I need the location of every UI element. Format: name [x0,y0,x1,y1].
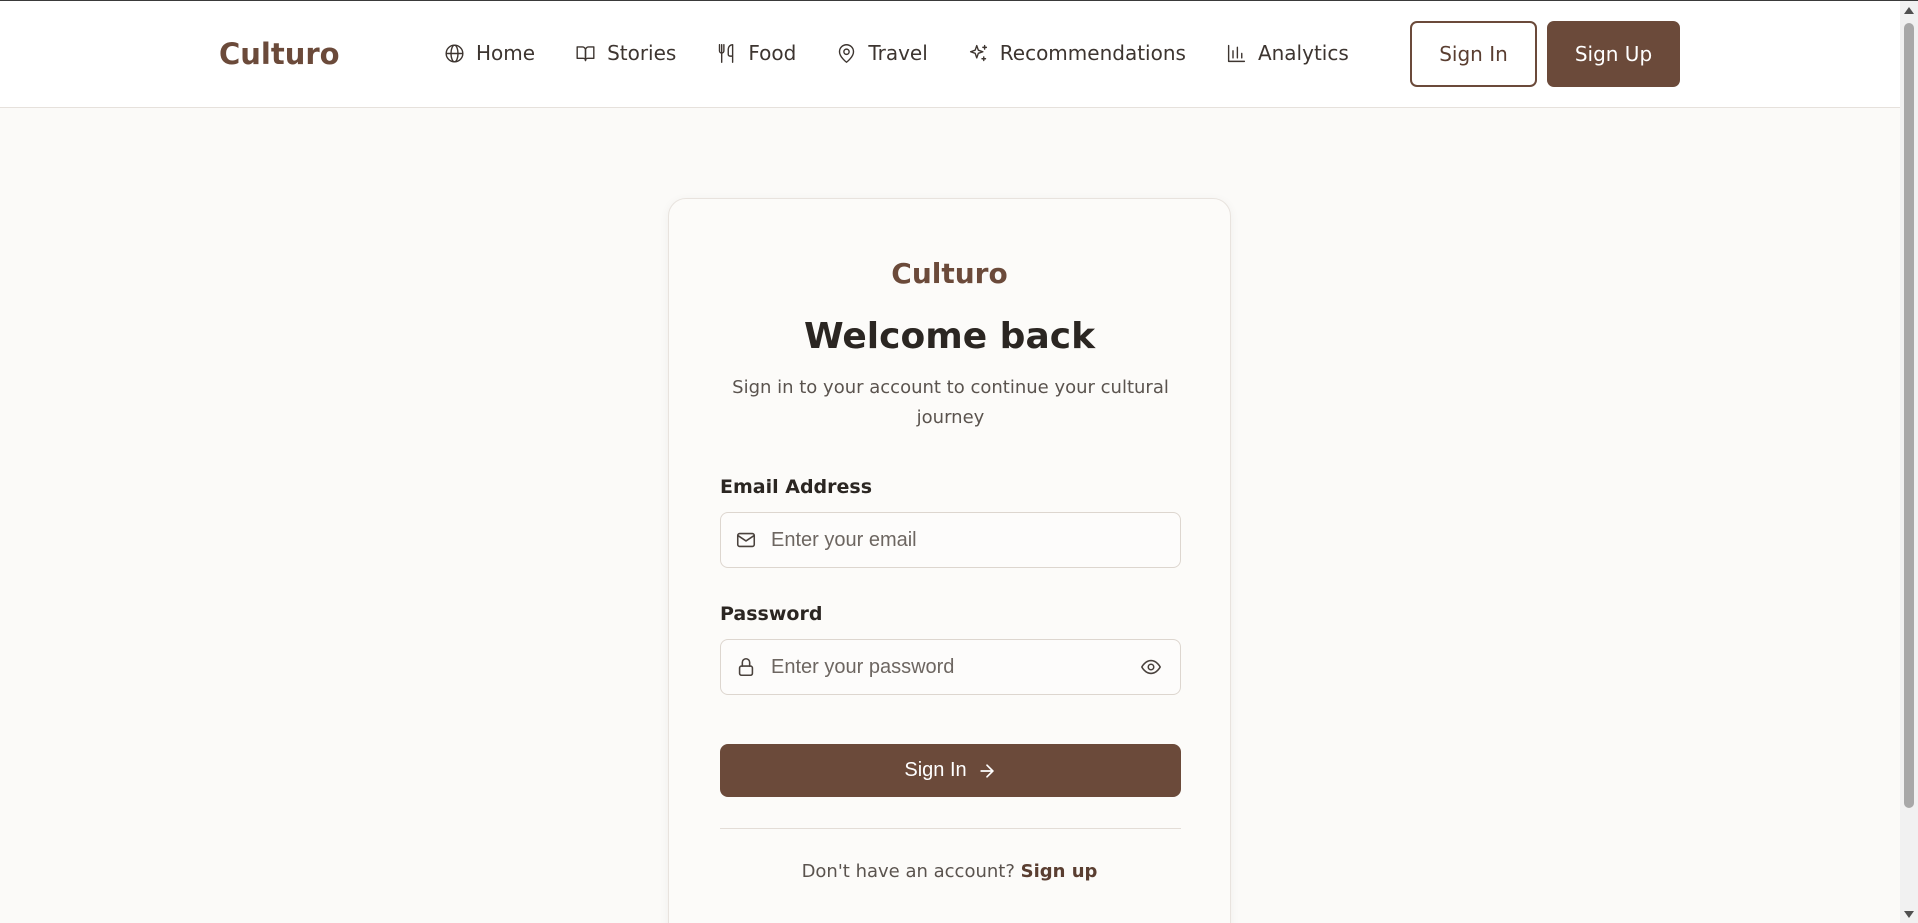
password-label: Password [720,603,823,625]
bar-chart-icon [1227,44,1246,62]
nav-item-analytics[interactable]: Analytics [1226,41,1349,65]
email-label: Email Address [720,476,873,498]
scroll-up-arrow-icon[interactable] [1904,7,1914,14]
nav-item-stories[interactable]: Stories [575,41,676,65]
scroll-thumb[interactable] [1904,23,1914,808]
sign-up-link[interactable]: Sign up [1021,861,1098,882]
scroll-down-arrow-icon[interactable] [1904,911,1914,918]
sign-in-submit-button[interactable]: Sign In [720,744,1181,797]
main-nav: Home Stories Food Travel Recommendations… [444,41,1389,65]
nav-item-label: Travel [868,41,928,65]
header-sign-in-button[interactable]: Sign In [1410,21,1537,87]
arrow-right-icon [979,763,994,778]
password-field-wrapper [720,639,1181,695]
signup-prompt-text: Don't have an account? [801,861,1015,882]
page-scrollbar[interactable] [1900,1,1918,923]
nav-item-label: Analytics [1257,41,1349,65]
signup-prompt: Don't have an account? Sign up [669,861,1230,882]
nav-item-label: Recommendations [999,41,1186,65]
card-brand: Culturo [891,257,1008,290]
sign-in-card: Culturo Welcome back Sign in to your acc… [668,198,1231,923]
page-title: Welcome back [803,316,1096,357]
nav-item-travel[interactable]: Travel [836,41,928,65]
eye-icon[interactable] [1140,656,1162,678]
nav-item-food[interactable]: Food [716,41,796,65]
submit-label: Sign In [904,759,967,781]
email-field-wrapper [720,512,1181,568]
nav-item-label: Food [748,41,797,65]
header-sign-up-button[interactable]: Sign Up [1547,21,1680,87]
globe-icon [445,43,464,63]
lock-icon [738,657,754,677]
mail-icon [736,532,756,548]
nav-item-label: Stories [607,41,677,65]
email-input[interactable] [771,528,1180,552]
password-input[interactable] [771,655,1140,679]
nav-item-home[interactable]: Home [444,41,535,65]
divider [720,828,1181,829]
page-subtitle: Sign in to your account to continue your… [732,377,1169,428]
top-navbar: Culturo Home Stories Food Travel Recomme… [0,1,1900,108]
page: Culturo Home Stories Food Travel Recomme… [0,1,1900,923]
sparkles-icon [969,44,987,61]
nav-item-recommendations[interactable]: Recommendations [968,41,1186,65]
map-pin-icon [839,43,855,63]
nav-item-label: Home [476,41,536,65]
book-icon [576,45,595,61]
brand-logo[interactable]: Culturo [219,37,340,71]
utensils-icon [719,43,734,63]
